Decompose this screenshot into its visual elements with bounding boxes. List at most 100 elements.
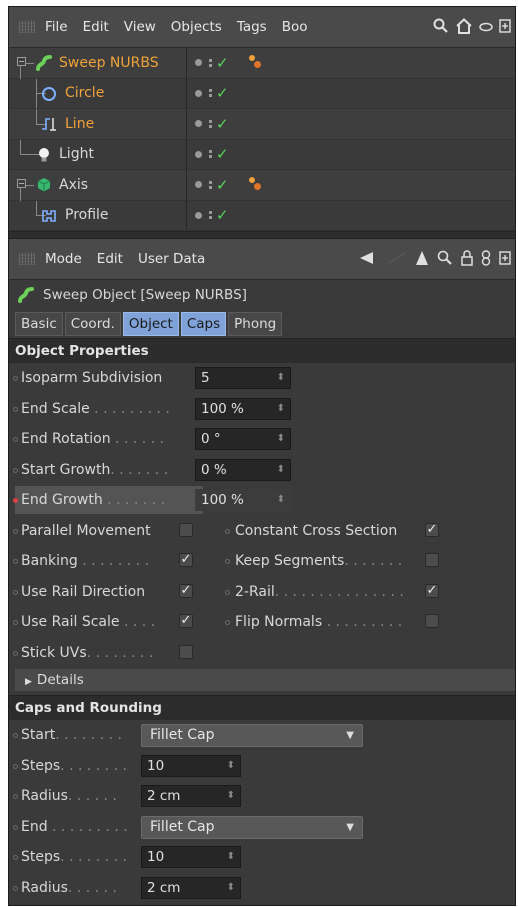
link-icon[interactable]: [479, 20, 493, 35]
phong-tag-icon[interactable]: [247, 176, 263, 193]
animation-dot-icon[interactable]: [225, 528, 230, 534]
tab-coord[interactable]: Coord.: [64, 312, 121, 336]
animation-dot-icon[interactable]: [13, 437, 18, 442]
object-row-profile[interactable]: Profile ✓: [9, 200, 515, 231]
menu-edit[interactable]: Edit: [97, 251, 123, 267]
spinner-icon[interactable]: ⬍: [277, 460, 285, 480]
lock-icon[interactable]: [461, 249, 473, 269]
animation-dot-icon[interactable]: [13, 467, 18, 473]
animation-dot-icon[interactable]: [13, 794, 18, 799]
menu-edit[interactable]: Edit: [83, 19, 109, 35]
tab-phong[interactable]: Phong: [228, 312, 283, 336]
back-arrow-icon[interactable]: [359, 251, 379, 268]
visibility-dot-icon[interactable]: [195, 150, 202, 158]
animation-dot-icon[interactable]: [225, 589, 230, 595]
menu-view[interactable]: View: [124, 19, 156, 35]
two-rail-checkbox[interactable]: ✓: [425, 583, 439, 598]
spinner-icon[interactable]: ⬍: [277, 368, 285, 388]
object-row-sweep-nurbs[interactable]: − Sweep NURBS ✓: [9, 48, 515, 80]
use-rail-scale-checkbox[interactable]: ✓: [179, 614, 193, 628]
spinner-icon[interactable]: ⬍: [227, 878, 235, 898]
spinner-icon[interactable]: ⬍: [227, 847, 235, 867]
constant-cross-section-checkbox[interactable]: ✓: [425, 522, 439, 537]
visibility-dot-icon[interactable]: [195, 59, 202, 67]
end-steps-input[interactable]: 10 ⬍: [141, 846, 241, 868]
animation-dot-icon[interactable]: [13, 824, 18, 830]
up-arrow-icon[interactable]: [415, 250, 429, 269]
render-dots-icon[interactable]: [209, 150, 212, 159]
panel-grip-icon[interactable]: [19, 21, 35, 33]
render-dots-icon[interactable]: [209, 89, 212, 98]
animation-dot-icon[interactable]: [13, 763, 18, 769]
visibility-dot-icon[interactable]: [195, 181, 202, 189]
enabled-check-icon[interactable]: ✓: [216, 145, 229, 163]
object-row-axis[interactable]: − Axis ✓: [9, 170, 515, 202]
render-dots-icon[interactable]: [209, 58, 212, 67]
search-icon[interactable]: [437, 250, 453, 269]
animation-dot-icon[interactable]: [13, 620, 18, 625]
visibility-dot-icon[interactable]: [195, 211, 202, 219]
animation-dot-icon[interactable]: [225, 559, 230, 564]
banking-checkbox[interactable]: ✓: [179, 553, 193, 567]
parallel-movement-checkbox[interactable]: [179, 522, 193, 537]
menu-user-data[interactable]: User Data: [138, 251, 205, 267]
animation-dot-icon[interactable]: [13, 885, 18, 891]
new-window-icon[interactable]: [499, 250, 511, 268]
chain-icon[interactable]: [481, 249, 491, 269]
spinner-icon[interactable]: ⬍: [277, 399, 285, 419]
search-icon[interactable]: [433, 18, 449, 37]
menu-file[interactable]: File: [45, 19, 68, 35]
spinner-icon[interactable]: ⬍: [227, 786, 235, 806]
animation-dot-icon[interactable]: [13, 376, 18, 381]
animation-dot-icon[interactable]: [13, 733, 18, 738]
animation-dot-icon[interactable]: [13, 528, 18, 534]
panel-grip-icon[interactable]: [19, 253, 35, 265]
animation-dot-icon[interactable]: [13, 855, 18, 860]
tab-caps[interactable]: Caps: [180, 312, 227, 336]
object-row-line[interactable]: Line ✓: [9, 109, 515, 140]
keyframe-dot-icon[interactable]: [13, 498, 18, 503]
menu-objects[interactable]: Objects: [171, 19, 222, 35]
animation-dot-icon[interactable]: [13, 559, 18, 564]
tab-object[interactable]: Object: [122, 312, 179, 336]
flip-normals-checkbox[interactable]: [425, 614, 439, 628]
collapse-toggle-icon[interactable]: −: [17, 57, 26, 66]
start-steps-input[interactable]: 10 ⬍: [141, 754, 241, 777]
enabled-check-icon[interactable]: ✓: [216, 176, 229, 194]
use-rail-direction-checkbox[interactable]: ✓: [179, 583, 193, 598]
expand-arrow-icon[interactable]: ▶: [25, 677, 32, 687]
animation-dot-icon[interactable]: [13, 650, 18, 656]
isoparm-subdivision-input[interactable]: 5 ⬍: [195, 367, 291, 389]
start-growth-input[interactable]: 0 % ⬍: [195, 458, 291, 481]
end-scale-input[interactable]: 100 % ⬍: [195, 397, 291, 420]
visibility-dot-icon[interactable]: [195, 89, 202, 97]
panel-separator[interactable]: [9, 231, 515, 239]
new-window-icon[interactable]: [499, 18, 511, 36]
end-rotation-input[interactable]: 0 ° ⬍: [195, 428, 291, 450]
enabled-check-icon[interactable]: ✓: [216, 206, 229, 224]
animation-dot-icon[interactable]: [13, 589, 18, 595]
render-dots-icon[interactable]: [209, 119, 212, 128]
animation-dot-icon[interactable]: [225, 620, 230, 625]
enabled-check-icon[interactable]: ✓: [216, 54, 229, 72]
menu-bookmarks[interactable]: Boo: [282, 19, 308, 35]
tab-basic[interactable]: Basic: [15, 312, 63, 336]
end-cap-dropdown[interactable]: Fillet Cap ▼: [141, 815, 363, 839]
menu-tags[interactable]: Tags: [237, 19, 267, 35]
start-radius-input[interactable]: 2 cm ⬍: [141, 785, 241, 807]
object-row-circle[interactable]: Circle ✓: [9, 78, 515, 109]
details-group[interactable]: ▶ Details: [15, 669, 515, 691]
visibility-dot-icon[interactable]: [195, 120, 202, 128]
render-dots-icon[interactable]: [209, 211, 212, 220]
menu-mode[interactable]: Mode: [45, 251, 82, 267]
stick-uvs-checkbox[interactable]: [179, 644, 193, 659]
phong-tag-icon[interactable]: [247, 54, 263, 71]
keep-segments-checkbox[interactable]: [425, 553, 439, 567]
end-growth-input[interactable]: 100 % ⬍: [195, 489, 291, 511]
enabled-check-icon[interactable]: ✓: [216, 115, 229, 133]
render-dots-icon[interactable]: [209, 180, 212, 189]
spinner-icon[interactable]: ⬍: [227, 756, 235, 776]
end-radius-input[interactable]: 2 cm ⬍: [141, 876, 241, 899]
enabled-check-icon[interactable]: ✓: [216, 84, 229, 102]
object-row-light[interactable]: Light ✓: [9, 139, 515, 170]
